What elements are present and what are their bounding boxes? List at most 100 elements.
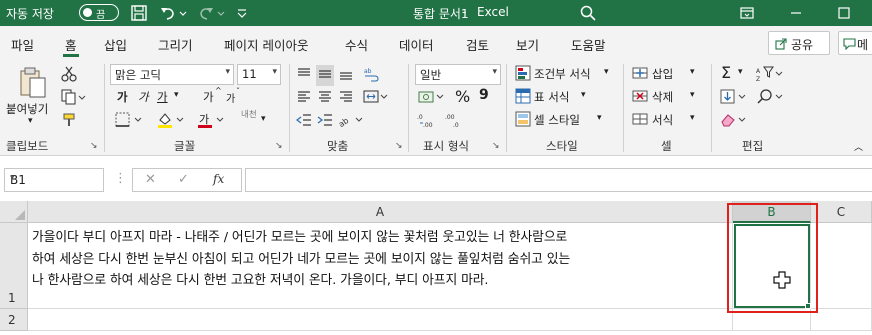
delete-cells-icon[interactable] xyxy=(632,88,648,107)
align-bottom-icon[interactable] xyxy=(337,65,355,86)
format-cells-icon[interactable] xyxy=(632,111,648,130)
alignment-launcher-icon[interactable]: ↘ xyxy=(395,141,403,151)
merge-center-icon[interactable] xyxy=(362,88,388,109)
orientation-icon[interactable]: ab xyxy=(337,111,363,132)
conditional-format-icon[interactable] xyxy=(515,65,531,84)
undo-dropdown-icon[interactable] xyxy=(178,3,188,23)
minimize-icon[interactable] xyxy=(786,3,806,23)
confirm-icon[interactable]: ✓ xyxy=(178,172,189,187)
cell-a1[interactable]: 가을이다 부디 아프지 마라 - 나태주 / 어딘가 모르는 곳에 보이지 않는… xyxy=(28,223,733,309)
redo-icon[interactable] xyxy=(196,3,216,23)
tab-page-layout[interactable]: 페이지 레이아웃 xyxy=(224,35,308,54)
percent-button[interactable]: % xyxy=(455,87,470,106)
column-header-a[interactable]: A xyxy=(28,201,733,223)
paste-icon[interactable] xyxy=(16,66,50,103)
sort-filter-icon[interactable]: AZ xyxy=(756,65,784,86)
save-icon[interactable] xyxy=(129,3,149,23)
phonetic-guide-button[interactable]: 내천 xyxy=(241,111,257,120)
tab-review[interactable]: 검토 xyxy=(466,35,489,54)
align-center-icon[interactable] xyxy=(316,88,334,109)
tab-draw[interactable]: 그리기 xyxy=(158,35,193,54)
chevron-down-icon[interactable]: ▾ xyxy=(597,113,602,123)
clear-icon[interactable] xyxy=(719,111,747,132)
formula-input[interactable] xyxy=(245,168,872,192)
find-select-icon[interactable] xyxy=(756,88,784,109)
underline-button[interactable]: 가 xyxy=(157,89,168,105)
chevron-down-icon[interactable]: ▾ xyxy=(690,67,695,77)
grow-font-button[interactable]: 가 xyxy=(203,89,214,105)
paste-label[interactable]: 붙여넣기 xyxy=(6,101,48,117)
chevron-down-icon[interactable]: ▾ xyxy=(581,90,586,100)
insert-cells-button[interactable]: 삽입 xyxy=(652,66,673,82)
borders-icon[interactable] xyxy=(114,111,144,132)
tab-help[interactable]: 도움말 xyxy=(571,35,606,54)
redo-dropdown-icon[interactable] xyxy=(216,3,226,23)
clipboard-launcher-icon[interactable]: ↘ xyxy=(90,141,98,151)
wrap-text-icon[interactable]: ab xyxy=(362,65,380,86)
increase-indent-icon[interactable] xyxy=(316,111,334,132)
cut-icon[interactable] xyxy=(60,65,78,86)
format-cells-button[interactable]: 서식 xyxy=(652,112,673,128)
cell-styles-button[interactable]: 셀 스타일 xyxy=(534,112,580,128)
autosave-toggle[interactable]: 끔 xyxy=(79,4,119,21)
comments-button[interactable]: 메 xyxy=(838,31,872,55)
cancel-icon[interactable]: ✕ xyxy=(145,172,156,187)
number-format-combo[interactable]: 일반 ▾ xyxy=(415,64,501,85)
paste-dropdown-icon[interactable]: ▾ xyxy=(28,116,33,126)
chevron-down-icon[interactable]: ▾ xyxy=(690,113,695,123)
comma-style-button[interactable]: 9 xyxy=(479,87,489,103)
conditional-format-button[interactable]: 조건부 서식 xyxy=(534,66,591,82)
insert-function-icon[interactable]: fx xyxy=(213,172,224,186)
cell-c2[interactable] xyxy=(811,309,872,331)
phonetic-dropdown-icon[interactable]: ▾ xyxy=(261,114,266,124)
increase-decimal-icon[interactable]: .0.00 xyxy=(417,112,443,133)
copy-icon[interactable] xyxy=(60,88,86,109)
delete-cells-button[interactable]: 삭제 xyxy=(652,89,673,105)
bold-button[interactable]: 가 xyxy=(117,89,128,105)
align-left-icon[interactable] xyxy=(295,88,313,109)
tab-home[interactable]: 홈 xyxy=(63,35,78,57)
cell-a2[interactable] xyxy=(28,309,733,331)
decrease-decimal-icon[interactable]: .00.0 xyxy=(445,112,471,133)
currency-icon[interactable] xyxy=(417,88,445,109)
decrease-indent-icon[interactable] xyxy=(295,111,313,132)
tab-insert[interactable]: 삽입 xyxy=(104,35,127,54)
table-format-icon[interactable] xyxy=(515,88,531,107)
customize-toolbar-icon[interactable] xyxy=(232,3,252,23)
tab-file[interactable]: 파일 xyxy=(11,35,34,54)
chevron-down-icon[interactable]: ▾ xyxy=(738,67,743,77)
more-options-icon[interactable]: ⋮ xyxy=(114,171,127,186)
font-launcher-icon[interactable]: ↘ xyxy=(275,141,283,151)
cell-c1[interactable] xyxy=(811,223,872,309)
search-icon[interactable] xyxy=(578,3,598,23)
share-button[interactable]: 공유 xyxy=(768,31,830,55)
shrink-font-button[interactable]: 가 xyxy=(226,90,235,105)
align-right-icon[interactable] xyxy=(337,88,355,109)
row-header-2[interactable]: 2 xyxy=(0,309,28,331)
chevron-down-icon[interactable]: ▾ xyxy=(690,90,695,100)
maximize-icon[interactable] xyxy=(834,3,854,23)
column-header-c[interactable]: C xyxy=(811,201,872,223)
insert-cells-icon[interactable] xyxy=(632,65,648,84)
font-color-icon[interactable]: 가 xyxy=(196,111,226,132)
ribbon-display-options-icon[interactable] xyxy=(737,3,757,23)
select-all-button[interactable] xyxy=(0,201,28,223)
collapse-ribbon-icon[interactable]: ︿ xyxy=(854,140,863,153)
align-top-icon[interactable] xyxy=(295,65,313,86)
tab-data[interactable]: 데이터 xyxy=(399,35,434,54)
autosum-icon[interactable]: Σ xyxy=(721,63,731,82)
row-header-1[interactable]: 1 xyxy=(0,223,28,309)
fill-icon[interactable] xyxy=(719,88,747,109)
table-format-button[interactable]: 표 서식 xyxy=(534,89,569,105)
tab-formulas[interactable]: 수식 xyxy=(345,35,368,54)
undo-icon[interactable] xyxy=(158,3,178,23)
font-size-combo[interactable]: 11 ▾ xyxy=(237,64,281,85)
chevron-down-icon[interactable]: ▾ xyxy=(604,67,609,77)
number-launcher-icon[interactable]: ↘ xyxy=(492,141,500,151)
font-name-combo[interactable]: 맑은 고딕 ▾ xyxy=(110,64,234,85)
align-middle-icon[interactable] xyxy=(316,65,334,86)
italic-button[interactable]: 가 xyxy=(138,89,149,105)
name-box[interactable]: B1 ▾ xyxy=(4,168,104,192)
cell-styles-icon[interactable] xyxy=(515,111,531,130)
tab-view[interactable]: 보기 xyxy=(516,35,539,54)
